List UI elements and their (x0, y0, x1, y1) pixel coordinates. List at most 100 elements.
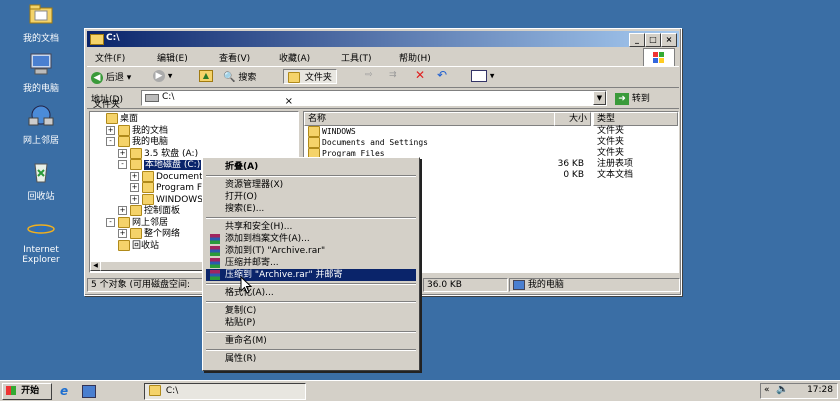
title-bar[interactable]: C:\ _ □ × (87, 31, 679, 47)
file-row[interactable]: WINDOWS 文件夹 (304, 126, 676, 137)
start-button[interactable]: 开始 (2, 383, 52, 400)
quick-launch-ie-icon[interactable]: e (60, 384, 74, 398)
views-button[interactable]: ▾ (471, 70, 494, 84)
menu-tools[interactable]: 工具(T) (341, 51, 372, 64)
column-header-size-label: 大小 (568, 114, 587, 124)
column-header-type[interactable]: 类型 (593, 112, 678, 126)
expand-icon[interactable]: + (118, 206, 127, 215)
tree-item[interactable]: + 整个网络 (118, 228, 180, 239)
column-header-size[interactable]: 大小 (554, 112, 591, 126)
tree-item[interactable]: - 我的电脑 (106, 136, 168, 147)
maximize-button[interactable]: □ (645, 33, 661, 47)
close-pane-icon[interactable]: × (285, 96, 293, 107)
go-button[interactable]: ➜ 转到 (615, 91, 650, 105)
context-menu-item[interactable]: 资源管理器(X) (206, 179, 416, 191)
file-name: Documents and Settings (322, 138, 428, 147)
tree-item[interactable]: + WINDOWS (130, 193, 203, 205)
expand-icon[interactable]: + (118, 148, 127, 158)
computer-icon (513, 279, 525, 290)
clock[interactable]: 17:28 (807, 385, 833, 395)
forward-button[interactable]: ▶ ▾ (153, 70, 172, 84)
taskbar-window-button[interactable]: C:\ (144, 383, 306, 400)
menu-separator (206, 217, 416, 219)
tree-item[interactable]: 回收站 (106, 239, 159, 251)
tree-item[interactable]: - 网上邻居 (106, 216, 168, 228)
desktop-icon-internet-explorer[interactable]: e Internet Explorer (6, 216, 76, 265)
context-menu-item[interactable]: 复制(C) (206, 305, 416, 317)
winrar-icon (210, 258, 220, 268)
menu-bar: 文件(F) 编辑(E) 查看(V) 收藏(A) 工具(T) 帮助(H) (87, 49, 641, 65)
folders-button[interactable]: 文件夹 (283, 69, 337, 84)
undo-button[interactable]: ↶ (437, 68, 447, 82)
menu-help[interactable]: 帮助(H) (399, 51, 431, 64)
tree-item[interactable]: - 本地磁盘 (C:) (118, 159, 202, 170)
folder-icon (90, 34, 104, 45)
address-dropdown-button[interactable]: ▼ (593, 91, 606, 105)
copy-to-button[interactable]: ⇉ (389, 70, 397, 84)
delete-button[interactable]: ✕ (415, 68, 425, 82)
column-header-name[interactable]: 名称 (304, 112, 555, 126)
tree-item[interactable]: + 控制面板 (118, 205, 180, 216)
folders-label: 文件夹 (304, 73, 332, 83)
folder-icon (118, 239, 130, 251)
menu-view[interactable]: 查看(V) (219, 51, 250, 64)
desktop-icon-network[interactable]: 网上邻居 (6, 104, 76, 146)
menu-edit[interactable]: 编辑(E) (157, 51, 188, 64)
context-menu-item[interactable]: 添加到档案文件(A)... (206, 233, 416, 245)
collapse-icon[interactable]: - (106, 217, 115, 227)
context-menu-item[interactable]: 属性(R) (206, 353, 416, 365)
mouse-cursor-icon (240, 275, 253, 297)
tray-expand-icon[interactable]: « (764, 385, 770, 395)
scroll-thumb[interactable] (100, 261, 212, 271)
desktop-icon-my-computer[interactable]: 我的电脑 (6, 52, 76, 94)
menu-file[interactable]: 文件(F) (95, 51, 125, 64)
desktop-icon-my-documents[interactable]: 我的文档 (6, 2, 76, 44)
tree-item[interactable]: + 我的文档 (106, 124, 168, 136)
tree-item-label: WINDOWS (156, 194, 203, 205)
internet-explorer-icon: e (26, 216, 56, 243)
quick-launch-desktop-icon[interactable] (82, 385, 96, 398)
context-menu-item-label: 打开(O) (225, 192, 258, 202)
winrar-icon (210, 270, 220, 280)
move-to-button[interactable]: ⇨ (365, 70, 373, 84)
context-menu-item[interactable]: 格式化(A)... (206, 287, 416, 299)
close-button[interactable]: × (661, 33, 677, 47)
context-menu-item[interactable]: 搜索(E)... (206, 203, 416, 215)
context-menu-item[interactable]: 添加到(T) "Archive.rar" (206, 245, 416, 257)
back-button[interactable]: ◀ 后退 ▾ (91, 70, 131, 84)
expand-icon[interactable]: + (118, 229, 127, 238)
collapse-icon[interactable]: - (106, 137, 115, 146)
search-button[interactable]: 🔍 搜索 (223, 70, 256, 84)
folder-icon (106, 113, 118, 124)
start-label: 开始 (21, 386, 40, 396)
expand-icon[interactable]: + (106, 125, 115, 135)
context-menu-item[interactable]: 重命名(M) (206, 335, 416, 347)
desktop-icon-recycle-bin[interactable]: 回收站 (6, 160, 76, 202)
menu-favorites[interactable]: 收藏(A) (279, 51, 310, 64)
minimize-button[interactable]: _ (629, 33, 645, 47)
expand-icon[interactable]: + (130, 194, 139, 204)
menu-separator (206, 331, 416, 333)
svg-text:e: e (34, 218, 47, 240)
up-button[interactable]: ▲ (199, 70, 213, 84)
context-menu[interactable]: 折叠(A) 资源管理器(X) 打开(O) 搜索(E)... 共享和安全(H)... 添加到… (202, 157, 420, 371)
recycle-bin-icon (26, 160, 56, 186)
file-row[interactable]: Documents and Settings 文件夹 (304, 137, 676, 148)
tree-item[interactable]: +3.5 软盘 (A:) (118, 147, 198, 159)
expand-icon[interactable]: + (130, 183, 139, 192)
context-menu-item-label: 添加到(T) "Archive.rar" (225, 246, 326, 256)
context-menu-item[interactable]: 打开(O) (206, 191, 416, 203)
context-menu-item[interactable]: 压缩到 "Archive.rar" 并邮寄 (206, 269, 416, 281)
context-menu-item-label: 折叠(A) (225, 162, 259, 172)
volume-icon[interactable]: 🔈 (776, 384, 788, 395)
context-menu-item[interactable]: 粘贴(P) (206, 317, 416, 329)
context-menu-item[interactable]: 共享和安全(H)... (206, 221, 416, 233)
expand-icon[interactable]: + (130, 171, 139, 181)
tree-item-label: 控制面板 (144, 206, 181, 216)
collapse-icon[interactable]: - (118, 160, 127, 169)
context-menu-item-label: 压缩并邮寄... (225, 258, 279, 268)
folders-pane-header: 文件夹 × (89, 96, 297, 110)
tree-item[interactable]: 桌面 (94, 113, 138, 124)
context-menu-item[interactable]: 压缩并邮寄... (206, 257, 416, 269)
context-menu-item[interactable]: 折叠(A) (206, 161, 416, 173)
